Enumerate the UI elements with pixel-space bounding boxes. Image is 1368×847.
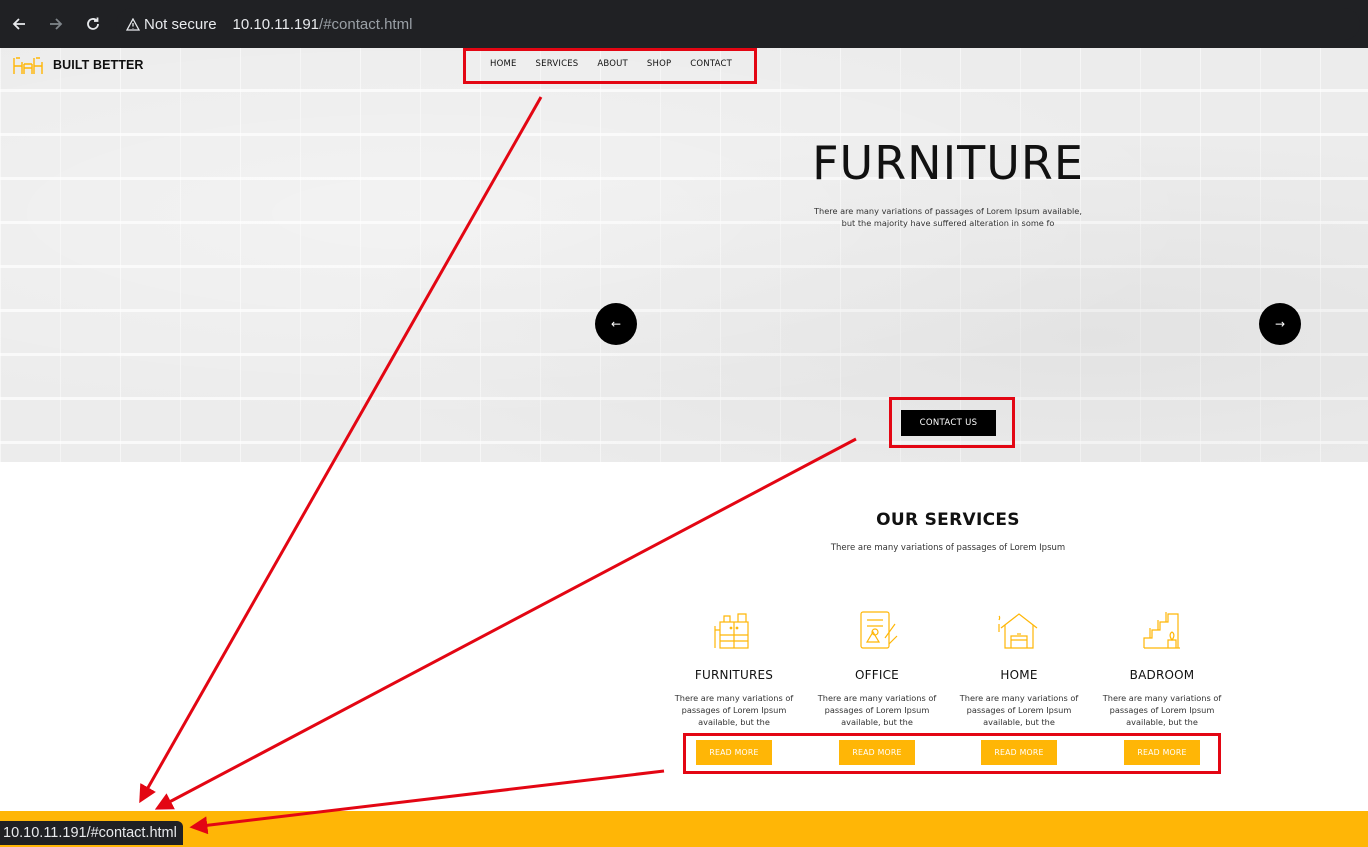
forward-icon[interactable] <box>38 6 74 42</box>
carousel-prev-button[interactable]: ← <box>595 303 637 345</box>
url-path: /#contact.html <box>319 15 413 33</box>
url-text[interactable]: 10.10.11.191/#contact.html <box>233 16 413 33</box>
warning-icon <box>126 17 140 31</box>
brand-name: BUILT BETTER <box>53 58 144 72</box>
hero-title: FURNITURE <box>812 136 1084 190</box>
service-name: HOME <box>1000 668 1038 682</box>
site-logo[interactable]: BUILT BETTER <box>12 54 144 76</box>
service-card-furnitures: FURNITURES There are many variations of … <box>663 608 805 765</box>
service-description: There are many variations of passages of… <box>817 693 937 727</box>
nav-shop[interactable]: SHOP <box>647 59 671 69</box>
cabinet-icon <box>714 613 749 649</box>
arrow-right-icon: → <box>1274 317 1286 331</box>
service-name: BADROOM <box>1129 668 1195 682</box>
service-description: There are many variations of passages of… <box>1102 693 1222 727</box>
service-card-office: OFFICE There are many variations of pass… <box>806 608 948 765</box>
nav-home[interactable]: HOME <box>490 59 517 69</box>
service-card-badroom: BADROOM There are many variations of pas… <box>1091 608 1233 765</box>
read-more-button[interactable]: READ MORE <box>696 740 772 765</box>
furniture-logo-icon <box>13 57 43 74</box>
browser-toolbar: Not secure 10.10.11.191/#contact.html <box>0 0 1368 48</box>
link-hover-status: 10.10.11.191/#contact.html <box>0 821 183 845</box>
nav-contact[interactable]: CONTACT <box>690 59 732 69</box>
reload-icon[interactable] <box>75 6 111 42</box>
service-name: OFFICE <box>855 668 899 682</box>
services-subtitle: There are many variations of passages of… <box>830 543 1066 553</box>
service-card-home: HOME There are many variations of passag… <box>948 608 1090 765</box>
nav-about[interactable]: ABOUT <box>597 59 628 69</box>
service-name: FURNITURES <box>694 668 774 682</box>
hero-subtitle: There are many variations of passages of… <box>814 206 1082 228</box>
footer-band <box>0 811 1368 847</box>
office-blueprint-icon <box>860 611 898 649</box>
security-indicator[interactable]: Not secure <box>126 16 217 33</box>
stairs-plant-icon <box>1143 612 1180 649</box>
hero-banner <box>0 48 1368 462</box>
carousel-next-button[interactable]: → <box>1259 303 1301 345</box>
security-label: Not secure <box>144 15 217 33</box>
url-host: 10.10.11.191 <box>232 15 320 33</box>
service-description: There are many variations of passages of… <box>959 693 1079 727</box>
back-icon[interactable] <box>1 6 37 42</box>
read-more-button[interactable]: READ MORE <box>1124 740 1200 765</box>
web-page: BUILT BETTER HOME SERVICES ABOUT SHOP CO… <box>0 48 1368 847</box>
read-more-button[interactable]: READ MORE <box>839 740 915 765</box>
address-bar[interactable]: Not secure 10.10.11.191/#contact.html <box>116 8 1360 40</box>
nav-services[interactable]: SERVICES <box>536 59 579 69</box>
contact-us-button[interactable]: CONTACT US <box>901 410 996 436</box>
arrow-left-icon: ← <box>610 317 622 331</box>
read-more-button[interactable]: READ MORE <box>981 740 1057 765</box>
service-description: There are many variations of passages of… <box>674 693 794 727</box>
main-nav: HOME SERVICES ABOUT SHOP CONTACT <box>466 55 754 73</box>
house-icon <box>998 613 1038 649</box>
services-title: OUR SERVICES <box>876 510 1020 530</box>
